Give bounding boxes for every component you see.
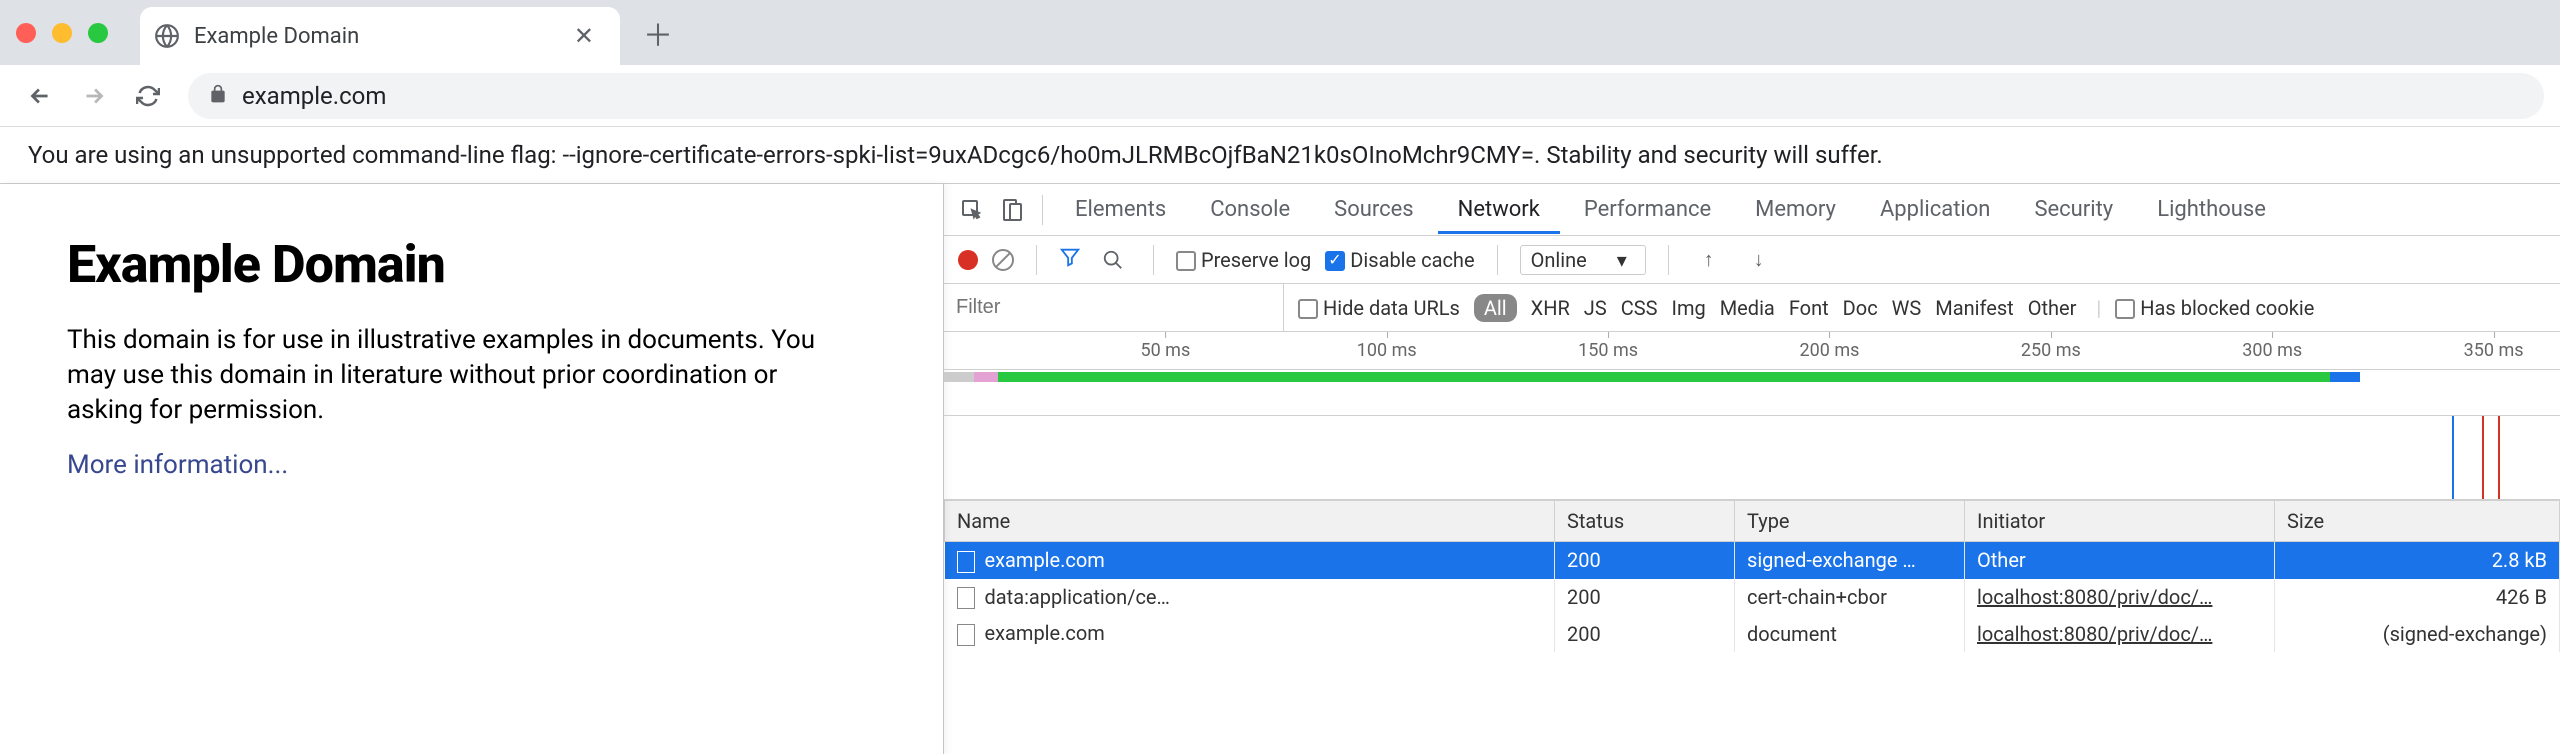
filter-type-doc[interactable]: Doc [1843,296,1878,320]
timeline-detail[interactable] [944,416,2560,500]
url-text: example.com [242,82,386,110]
column-header-initiator[interactable]: Initiator [1965,501,2275,542]
timeline-tick: 250 ms [2021,340,2081,361]
devtools-panel: ElementsConsoleSourcesNetworkPerformance… [943,184,2560,754]
browser-toolbar: example.com [0,65,2560,127]
timeline-tick: 50 ms [1140,340,1190,361]
filter-type-js[interactable]: JS [1584,296,1607,320]
minimize-window-button[interactable] [52,23,72,43]
devtools-tab-sources[interactable]: Sources [1314,185,1434,234]
more-information-link[interactable]: More information... [67,450,288,480]
clear-button[interactable] [992,249,1014,271]
devtools-tabbar: ElementsConsoleSourcesNetworkPerformance… [944,184,2560,236]
timeline-ruler[interactable]: 50 ms 100 ms 150 ms 200 ms 250 ms 300 ms 350 m… [944,332,2560,370]
timeline-tick: 200 ms [1800,340,1860,361]
network-request-row[interactable]: example.com200signed-exchange …Other2.8 … [945,542,2560,579]
filter-type-xhr[interactable]: XHR [1531,296,1570,320]
devtools-tab-network[interactable]: Network [1438,185,1560,234]
network-request-row[interactable]: data:application/ce…200cert-chain+cborlo… [945,579,2560,616]
filter-type-all[interactable]: All [1474,294,1517,322]
column-header-name[interactable]: Name [945,501,1555,542]
tab-title: Example Domain [194,24,568,49]
devtools-tab-performance[interactable]: Performance [1564,185,1731,234]
initiator-link[interactable]: localhost:8080/priv/doc/… [1977,622,2212,646]
filter-input[interactable] [944,284,1284,331]
upload-har-icon[interactable] [1691,242,1727,278]
lock-icon [208,84,228,108]
network-request-row[interactable]: example.com200documentlocalhost:8080/pri… [945,615,2560,652]
network-filter-bar: Hide data URLs All XHR JS CSS Img Media Font Do… [944,284,2560,332]
throttling-select[interactable]: Online▾ [1520,245,1646,275]
close-window-button[interactable] [16,23,36,43]
tab-strip: Example Domain ✕ ＋ [0,0,2560,65]
back-button[interactable] [16,72,64,120]
device-toolbar-icon[interactable] [994,192,1030,228]
chevron-down-icon: ▾ [1617,248,1627,272]
has-blocked-cookies-checkbox[interactable]: Has blocked cookie [2115,296,2314,320]
hide-data-urls-checkbox[interactable]: Hide data URLs [1298,296,1460,320]
timeline-tick: 150 ms [1578,340,1638,361]
maximize-window-button[interactable] [88,23,108,43]
column-header-status[interactable]: Status [1555,501,1735,542]
filter-type-media[interactable]: Media [1720,296,1775,320]
devtools-tab-security[interactable]: Security [2014,185,2133,234]
filter-type-manifest[interactable]: Manifest [1935,296,2013,320]
devtools-tab-application[interactable]: Application [1860,185,2010,234]
devtools-tab-lighthouse[interactable]: Lighthouse [2137,185,2286,234]
new-tab-button[interactable]: ＋ [634,9,682,57]
filter-icon[interactable] [1059,246,1081,273]
close-tab-button[interactable]: ✕ [568,22,600,50]
filter-type-other[interactable]: Other [2028,296,2077,320]
devtools-tab-memory[interactable]: Memory [1735,185,1856,234]
window-controls [16,23,108,43]
filter-type-img[interactable]: Img [1672,296,1706,320]
disable-cache-checkbox[interactable]: Disable cache [1325,248,1474,272]
page-paragraph: This domain is for use in illustrative e… [67,323,827,428]
timeline-tick: 300 ms [2242,340,2302,361]
document-icon [957,624,975,646]
page-content: Example Domain This domain is for use in… [0,184,943,754]
column-header-type[interactable]: Type [1735,501,1965,542]
network-toolbar: Preserve log Disable cache Online▾ [944,236,2560,284]
page-heading: Example Domain [67,234,943,295]
search-icon[interactable] [1095,242,1131,278]
forward-button[interactable] [70,72,118,120]
address-bar[interactable]: example.com [188,73,2544,119]
initiator-link[interactable]: localhost:8080/priv/doc/… [1977,585,2212,609]
globe-icon [154,23,180,49]
devtools-tab-console[interactable]: Console [1190,185,1310,234]
column-header-size[interactable]: Size [2275,501,2560,542]
preserve-log-checkbox[interactable]: Preserve log [1176,248,1311,272]
infobar-warning: You are using an unsupported command-lin… [0,127,2560,184]
devtools-tab-elements[interactable]: Elements [1055,185,1186,234]
filter-type-css[interactable]: CSS [1621,296,1658,320]
timeline-overview[interactable] [944,370,2560,416]
reload-button[interactable] [124,72,172,120]
document-icon [957,551,975,573]
filter-type-ws[interactable]: WS [1892,296,1922,320]
browser-tab[interactable]: Example Domain ✕ [140,7,620,65]
timeline-tick: 100 ms [1357,340,1417,361]
inspect-element-icon[interactable] [954,192,990,228]
warning-text: You are using an unsupported command-lin… [28,141,1883,169]
document-icon [957,587,975,609]
timeline-tick: 350 ms [2464,340,2524,361]
record-button[interactable] [958,250,978,270]
download-har-icon[interactable] [1741,242,1777,278]
network-table: NameStatusTypeInitiatorSize example.com2… [944,500,2560,652]
filter-type-font[interactable]: Font [1789,296,1829,320]
